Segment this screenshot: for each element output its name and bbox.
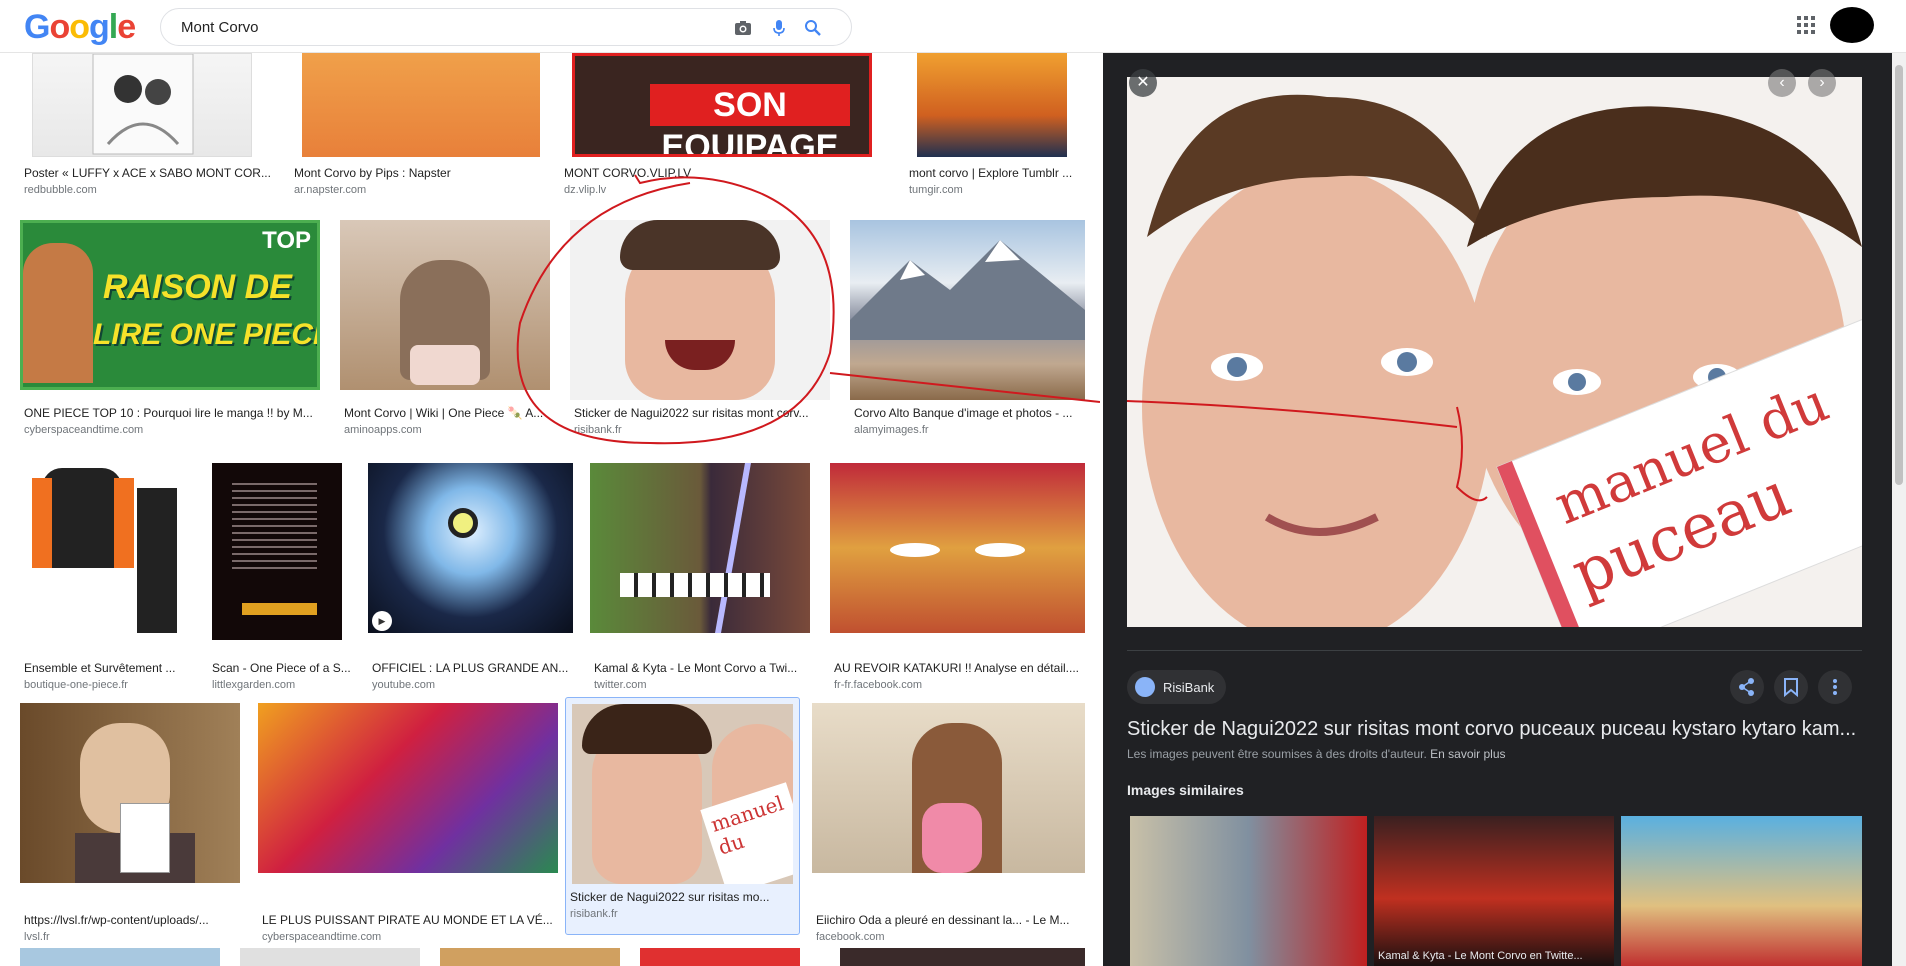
next-arrow-icon[interactable]: › bbox=[1808, 69, 1836, 97]
google-logo[interactable]: Google bbox=[24, 8, 136, 47]
preview-title[interactable]: Sticker de Nagui2022 sur risitas mont co… bbox=[1127, 718, 1862, 741]
close-icon[interactable]: ✕ bbox=[1129, 69, 1157, 97]
share-icon bbox=[1739, 678, 1754, 696]
panel-divider bbox=[1127, 650, 1862, 651]
similar-image[interactable]: Kamal & Kyta - Le Mont Corvo en Twitte..… bbox=[1374, 816, 1614, 966]
search-box[interactable]: Mont Corvo bbox=[160, 8, 852, 46]
globe-icon bbox=[1135, 677, 1155, 697]
similar-images-heading: Images similaires bbox=[1127, 782, 1244, 798]
bookmark-icon bbox=[1784, 678, 1798, 698]
red-annotation-circle bbox=[516, 174, 1100, 445]
preview-image[interactable]: manuel du puceau bbox=[1127, 77, 1862, 627]
search-input[interactable]: Mont Corvo bbox=[181, 19, 259, 36]
more-vert-icon bbox=[1833, 679, 1837, 695]
image-results-grid: Poster « LUFFY x ACE x SABO MONT COR... … bbox=[0, 53, 1100, 966]
more-options-button[interactable] bbox=[1818, 670, 1852, 704]
similar-image-caption: Kamal & Kyta - Le Mont Corvo en Twitte..… bbox=[1378, 950, 1583, 962]
camera-icon[interactable] bbox=[733, 18, 753, 38]
apps-grid-icon[interactable] bbox=[1797, 16, 1817, 36]
similar-image[interactable] bbox=[1621, 816, 1862, 966]
source-chip[interactable]: RisiBank bbox=[1127, 670, 1227, 704]
page-scrollbar[interactable] bbox=[1892, 53, 1906, 966]
similar-image[interactable] bbox=[1130, 816, 1367, 966]
top-bar: Google Mont Corvo bbox=[0, 0, 1906, 53]
previous-arrow-icon[interactable]: ‹ bbox=[1768, 69, 1796, 97]
learn-more-link[interactable]: En savoir plus bbox=[1430, 747, 1505, 761]
image-preview-panel: manuel du puceau ✕ ‹ › RisiBank Sticker … bbox=[1103, 53, 1892, 966]
source-name: RisiBank bbox=[1163, 679, 1215, 695]
copyright-notice: Les images peuvent être soumises à des d… bbox=[1127, 747, 1506, 761]
share-button[interactable] bbox=[1730, 670, 1764, 704]
save-button[interactable] bbox=[1774, 670, 1808, 704]
search-icon[interactable] bbox=[803, 18, 823, 38]
scrollbar-thumb[interactable] bbox=[1895, 65, 1903, 485]
account-avatar[interactable] bbox=[1830, 7, 1874, 43]
microphone-icon[interactable] bbox=[769, 18, 789, 38]
